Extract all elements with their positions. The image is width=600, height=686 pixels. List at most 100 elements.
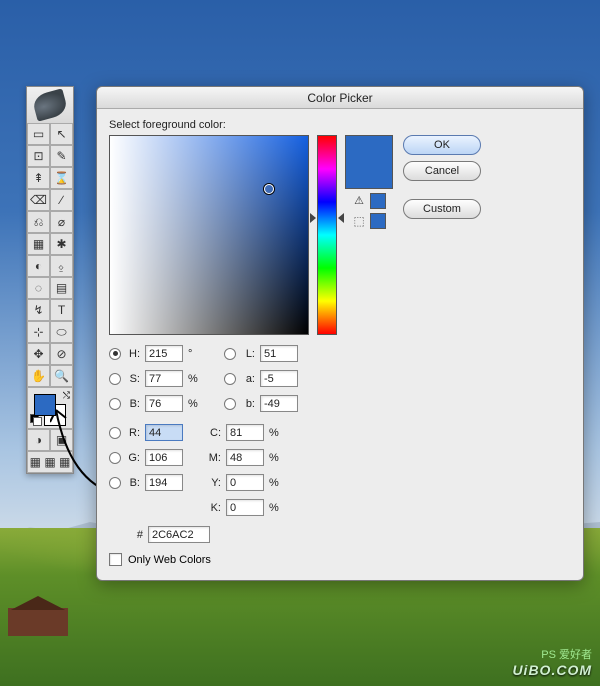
screenmode-3[interactable]: ▦ <box>57 455 72 469</box>
dialog-titlebar[interactable]: Color Picker <box>97 87 583 109</box>
color-picker-dialog: Color Picker Select foreground color: <box>96 86 584 581</box>
r-input[interactable]: 44 <box>145 424 183 441</box>
foreground-color-swatch[interactable] <box>34 394 56 416</box>
g-label: G: <box>126 452 140 464</box>
a-label: a: <box>241 373 255 385</box>
tool-ellipse[interactable]: ⬭ <box>50 321 73 343</box>
only-web-label: Only Web Colors <box>128 554 211 566</box>
mode-standard[interactable]: ◑ <box>27 429 50 451</box>
tools-grid: ▭ ↖ ⊡ ✎ ⇞ ⌛ ⌫ ∕ ⎌ ⌀ ▦ ✱ ◐ ⍚ ◌ ▤ ↯ T ⊹ ⬭ … <box>27 123 73 473</box>
tool-pen[interactable]: ↯ <box>27 299 50 321</box>
h-input[interactable]: 215 <box>145 345 183 362</box>
l-label: L: <box>241 348 255 360</box>
lab-b-input[interactable]: -49 <box>260 395 298 412</box>
hex-label: # <box>129 529 143 541</box>
c-unit: % <box>269 427 281 439</box>
k-input[interactable]: 0 <box>226 499 264 516</box>
tool-stamp[interactable]: ⎌ <box>27 211 50 233</box>
b-unit: % <box>188 398 200 410</box>
g-input[interactable]: 106 <box>145 449 183 466</box>
color-field[interactable] <box>109 135 309 335</box>
tool-slice[interactable]: ⌛ <box>50 167 73 189</box>
dialog-subtitle: Select foreground color: <box>109 119 571 131</box>
current-color[interactable] <box>346 162 392 188</box>
s-input[interactable]: 77 <box>145 370 183 387</box>
m-input[interactable]: 48 <box>226 449 264 466</box>
tool-gradient[interactable]: ✱ <box>50 233 73 255</box>
k-unit: % <box>269 502 281 514</box>
tool-shape[interactable]: ⊹ <box>27 321 50 343</box>
feather-icon <box>31 88 69 121</box>
websafe-swatch[interactable] <box>370 213 386 229</box>
watermark: UiBO.COM <box>512 662 592 678</box>
tool-history[interactable]: ⌀ <box>50 211 73 233</box>
radio-g[interactable] <box>109 452 121 464</box>
screenmode-1[interactable]: ▦ <box>28 455 43 469</box>
color-swatches: ⤭ <box>27 387 73 429</box>
color-field-cursor[interactable] <box>264 184 274 194</box>
gamut-warning-icon[interactable]: ⚠ <box>352 195 366 207</box>
tool-eraser[interactable]: ▦ <box>27 233 50 255</box>
dialog-title: Color Picker <box>307 91 372 105</box>
radio-a[interactable] <box>224 373 236 385</box>
ok-button[interactable]: OK <box>403 135 481 155</box>
tool-blur[interactable]: ◐ <box>27 255 50 277</box>
swap-colors-icon[interactable]: ⤭ <box>63 390 70 401</box>
color-preview <box>345 135 393 189</box>
tool-notes[interactable]: ✥ <box>27 343 50 365</box>
tool-eyedrop[interactable]: ⊘ <box>50 343 73 365</box>
cancel-button[interactable]: Cancel <box>403 161 481 181</box>
tool-move[interactable]: ↖ <box>50 123 73 145</box>
hue-caret-right <box>338 213 344 223</box>
tool-dodge[interactable]: ⍚ <box>50 255 73 277</box>
lab-b-label: b: <box>241 398 255 410</box>
gamut-swatch[interactable] <box>370 193 386 209</box>
radio-s[interactable] <box>109 373 121 385</box>
new-color <box>346 136 392 162</box>
k-label: K: <box>207 502 221 514</box>
tool-path[interactable]: ◌ <box>27 277 50 299</box>
mode-quickmask[interactable]: ▣ <box>50 429 73 451</box>
screenmode-2[interactable]: ▦ <box>43 455 58 469</box>
radio-b[interactable] <box>109 398 121 410</box>
rgb-b-input[interactable]: 194 <box>145 474 183 491</box>
l-input[interactable]: 51 <box>260 345 298 362</box>
y-input[interactable]: 0 <box>226 474 264 491</box>
custom-button[interactable]: Custom <box>403 199 481 219</box>
hue-slider[interactable] <box>317 135 337 335</box>
tool-brush[interactable]: ∕ <box>50 189 73 211</box>
s-unit: % <box>188 373 200 385</box>
only-web-checkbox[interactable] <box>109 553 122 566</box>
tool-hand[interactable]: ✋ <box>27 365 50 387</box>
tools-panel: ▭ ↖ ⊡ ✎ ⇞ ⌛ ⌫ ∕ ⎌ ⌀ ▦ ✱ ◐ ⍚ ◌ ▤ ↯ T ⊹ ⬭ … <box>26 86 74 474</box>
tool-heal[interactable]: ⌫ <box>27 189 50 211</box>
radio-h[interactable] <box>109 348 121 360</box>
tool-type[interactable]: T <box>50 299 73 321</box>
m-label: M: <box>207 452 221 464</box>
barn <box>8 608 68 636</box>
tool-wand[interactable]: ✎ <box>50 145 73 167</box>
m-unit: % <box>269 452 281 464</box>
tool-marquee[interactable]: ▭ <box>27 123 50 145</box>
a-input[interactable]: -5 <box>260 370 298 387</box>
radio-r[interactable] <box>109 427 121 439</box>
radio-l[interactable] <box>224 348 236 360</box>
tool-direct[interactable]: ▤ <box>50 277 73 299</box>
tool-crop[interactable]: ⇞ <box>27 167 50 189</box>
hue-caret-left <box>310 213 316 223</box>
hex-input[interactable]: 2C6AC2 <box>148 526 210 543</box>
tool-zoom[interactable]: 🔍 <box>50 365 73 387</box>
b-label: B: <box>126 398 140 410</box>
tool-lasso[interactable]: ⊡ <box>27 145 50 167</box>
h-unit: ° <box>188 348 200 360</box>
c-input[interactable]: 81 <box>226 424 264 441</box>
watermark-secondary: PS 爱好者 <box>541 646 592 662</box>
y-unit: % <box>269 477 281 489</box>
radio-rgb-b[interactable] <box>109 477 121 489</box>
b-input[interactable]: 76 <box>145 395 183 412</box>
h-label: H: <box>126 348 140 360</box>
radio-lab-b[interactable] <box>224 398 236 410</box>
r-label: R: <box>126 427 140 439</box>
websafe-warning-icon[interactable]: ⬚ <box>352 214 366 228</box>
tools-header <box>27 87 73 123</box>
